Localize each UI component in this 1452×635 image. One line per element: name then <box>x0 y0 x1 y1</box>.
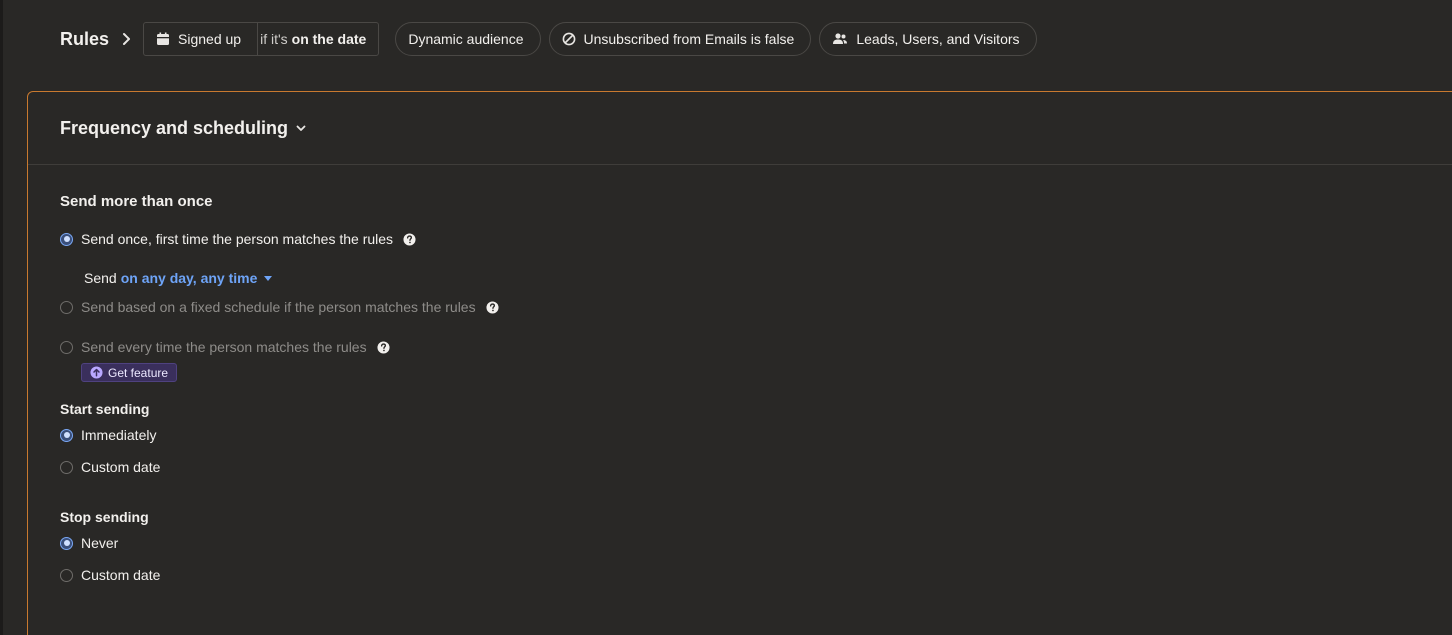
radio-button[interactable] <box>60 568 73 582</box>
send-timing-dropdown[interactable]: on any day, any time <box>121 270 258 286</box>
radio-fixed-schedule[interactable]: Send based on a fixed schedule if the pe… <box>60 297 499 317</box>
radio-label: Custom date <box>81 567 161 583</box>
calendar-icon <box>157 32 170 45</box>
get-feature-label: Get feature <box>108 365 169 380</box>
send-more-than-once-title: Send more than once <box>60 193 213 210</box>
start-sending-title: Start sending <box>60 401 150 417</box>
radio-label: Custom date <box>81 459 161 475</box>
chip-label: Dynamic audience <box>408 31 524 47</box>
help-icon[interactable] <box>403 232 416 246</box>
radio-start-immediately[interactable]: Immediately <box>60 425 156 445</box>
radio-button[interactable] <box>60 300 73 314</box>
radio-label: Immediately <box>81 427 157 443</box>
trigger-pill[interactable]: Signed up if it's on the date <box>143 22 380 56</box>
chip-label: Leads, Users, and Visitors <box>856 31 1020 47</box>
stop-sending-title: Stop sending <box>60 509 149 525</box>
window-edge <box>0 0 3 635</box>
dynamic-audience-chip[interactable]: Dynamic audience <box>395 22 541 56</box>
radio-button-selected[interactable] <box>60 536 73 550</box>
radio-label: Send once, first time the person matches… <box>81 231 394 247</box>
frequency-scheduling-card: Frequency and scheduling Send more than … <box>27 91 1452 635</box>
people-icon <box>833 33 848 44</box>
ban-icon <box>562 32 575 46</box>
chevron-right-icon <box>123 33 131 45</box>
radio-start-custom-date[interactable]: Custom date <box>60 457 160 477</box>
caret-down-icon[interactable] <box>264 275 273 281</box>
condition-value: on the date <box>291 31 367 47</box>
upgrade-arrow-icon <box>90 366 103 379</box>
radio-label: Send based on a fixed schedule if the pe… <box>81 299 476 315</box>
radio-button[interactable] <box>60 460 73 474</box>
card-header[interactable]: Frequency and scheduling <box>28 92 1452 165</box>
radio-label: Never <box>81 535 119 551</box>
rules-title: Rules <box>60 28 110 49</box>
send-timing-line: Send on any day, any time <box>84 270 273 286</box>
card-title: Frequency and scheduling <box>60 117 289 138</box>
trigger-condition[interactable]: if it's on the date <box>258 23 378 55</box>
radio-stop-never[interactable]: Never <box>60 533 118 553</box>
trigger-event[interactable]: Signed up <box>144 23 259 55</box>
radio-button-selected[interactable] <box>60 232 73 246</box>
unsubscribed-filter-chip[interactable]: Unsubscribed from Emails is false <box>548 22 812 56</box>
help-icon[interactable] <box>486 300 499 314</box>
radio-button[interactable] <box>60 340 73 354</box>
radio-every-time[interactable]: Send every time the person matches the r… <box>60 337 390 357</box>
audience-type-chip[interactable]: Leads, Users, and Visitors <box>819 22 1037 56</box>
radio-send-once[interactable]: Send once, first time the person matches… <box>60 229 416 249</box>
chip-label: Unsubscribed from Emails is false <box>583 31 795 47</box>
chevron-down-icon[interactable] <box>294 121 308 135</box>
condition-prefix: if it's <box>260 31 288 47</box>
radio-label: Send every time the person matches the r… <box>81 339 367 355</box>
rules-bar: Rules Signed up if it's on the date Dyna… <box>60 22 1045 56</box>
radio-button-selected[interactable] <box>60 428 73 442</box>
get-feature-button[interactable]: Get feature <box>81 363 178 382</box>
help-icon[interactable] <box>377 340 390 354</box>
send-prefix: Send <box>84 270 117 286</box>
trigger-event-label: Signed up <box>178 31 242 47</box>
radio-stop-custom-date[interactable]: Custom date <box>60 565 160 585</box>
